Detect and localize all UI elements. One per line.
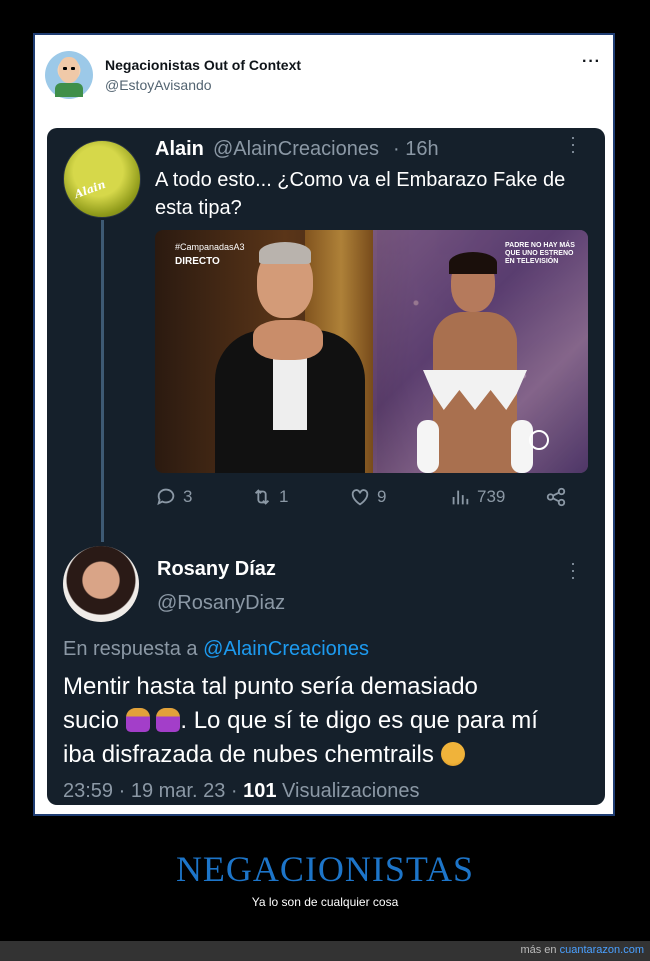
man-hair bbox=[259, 242, 311, 264]
channel-logo-icon bbox=[529, 430, 549, 450]
analytics-icon bbox=[452, 490, 469, 505]
reply-views-count: 101 bbox=[243, 780, 277, 802]
quoted-tweet-text: A todo esto... ¿Como va el Embarazo Fake… bbox=[155, 169, 566, 219]
share-icon bbox=[546, 487, 566, 507]
account-handle[interactable]: @EstoyAvisando bbox=[105, 77, 212, 93]
presenter-man bbox=[195, 242, 385, 473]
views-count: 739 bbox=[477, 487, 506, 506]
footer-site-link[interactable]: cuantarazon.com bbox=[560, 944, 644, 956]
reply-metadata: 23:59 · 19 mar. 23 · 101 Visualizaciones bbox=[63, 780, 420, 803]
account-name[interactable]: Negacionistas Out of Context bbox=[105, 57, 301, 73]
retweet-button[interactable]: 1 bbox=[251, 486, 288, 508]
reply-icon bbox=[157, 488, 175, 506]
reply-text-line2-b: . Lo que sí te digo es que para mí bbox=[180, 707, 538, 734]
presenter-woman bbox=[415, 252, 535, 473]
more-vertical-icon[interactable]: · · · bbox=[569, 128, 577, 160]
reply-button[interactable]: 3 bbox=[155, 486, 192, 508]
clasped-hands bbox=[253, 320, 323, 360]
share-button[interactable] bbox=[545, 486, 567, 508]
retweet-count: 1 bbox=[279, 487, 289, 506]
quoted-author-name[interactable]: Alain bbox=[155, 138, 204, 161]
caption-subtitle: Ya lo son de cualquier cosa bbox=[251, 895, 399, 909]
more-vertical-icon[interactable]: · · · bbox=[569, 554, 577, 586]
screenshot-card: Negacionistas Out of Context @EstoyAvisa… bbox=[33, 33, 615, 816]
facepalm-emoji-icon bbox=[125, 708, 150, 732]
reply-views-label: Visualizaciones bbox=[282, 780, 420, 802]
reply-timestamp[interactable]: 23:59 · 19 mar. 23 · bbox=[63, 780, 238, 802]
hand-over-mouth-emoji-icon bbox=[440, 742, 465, 766]
in-reply-prefix: En respuesta a bbox=[63, 638, 198, 660]
woman-hair bbox=[449, 252, 497, 274]
avatar-logo-text: Alain bbox=[72, 177, 108, 202]
reply-text-line3: iba disfrazada de nubes chemtrails bbox=[63, 741, 434, 768]
in-reply-to: En respuesta a @AlainCreaciones bbox=[63, 638, 369, 661]
reply-author-handle[interactable]: @RosanyDiaz bbox=[157, 592, 285, 615]
alain-avatar[interactable]: Alain bbox=[63, 140, 141, 218]
site-footer: más en cuantarazon.com bbox=[0, 941, 650, 961]
avatar-eye bbox=[71, 67, 75, 70]
broadcast-hashtag: #CampanadasA3 bbox=[175, 242, 245, 252]
avatar-shirt bbox=[55, 83, 83, 97]
caption-title: NEGACIONISTAS bbox=[175, 849, 475, 889]
footer-prefix: más en bbox=[520, 944, 557, 956]
left-glove bbox=[417, 420, 439, 473]
reply-author-name[interactable]: Rosany Díaz bbox=[157, 558, 276, 581]
tweet-media-image[interactable]: #CampanadasA3 DIRECTO PADRE NO HAY MÁS Q… bbox=[155, 230, 588, 473]
reply-text-line1: Mentir hasta tal punto sería demasiado bbox=[63, 673, 478, 700]
promo-corner-text: PADRE NO HAY MÁS QUE UNO ESTRENO EN TELE… bbox=[505, 242, 575, 265]
avatar-eye bbox=[63, 67, 67, 70]
footer-text: más en cuantarazon.com bbox=[520, 944, 644, 956]
embedded-thread: Alain Alain @AlainCreaciones · 16h · · · A… bbox=[47, 128, 605, 805]
quoted-author-handle[interactable]: @AlainCreaciones bbox=[213, 138, 379, 161]
profile-avatar[interactable] bbox=[45, 51, 93, 99]
like-button[interactable]: 9 bbox=[349, 486, 386, 508]
retweet-icon bbox=[254, 489, 270, 505]
reply-text-line2-a: sucio bbox=[63, 707, 120, 734]
avatar-face bbox=[59, 57, 79, 83]
reply-text: Mentir hasta tal punto sería demasiado s… bbox=[63, 670, 593, 772]
rosany-avatar[interactable] bbox=[63, 546, 139, 622]
like-count: 9 bbox=[377, 487, 387, 506]
more-horizontal-icon[interactable]: ··· bbox=[582, 53, 601, 71]
thread-connector bbox=[101, 220, 104, 542]
quoted-timestamp[interactable]: · 16h bbox=[393, 138, 439, 161]
heart-icon bbox=[351, 489, 369, 506]
tweet-actions: 3 1 9 739 bbox=[155, 486, 595, 516]
views-button[interactable]: 739 bbox=[449, 486, 505, 508]
reply-count: 3 bbox=[183, 487, 193, 506]
facepalm-emoji-icon bbox=[156, 708, 181, 732]
live-label: DIRECTO bbox=[175, 256, 220, 267]
in-reply-mention-link[interactable]: @AlainCreaciones bbox=[203, 638, 369, 660]
right-glove bbox=[511, 420, 533, 473]
